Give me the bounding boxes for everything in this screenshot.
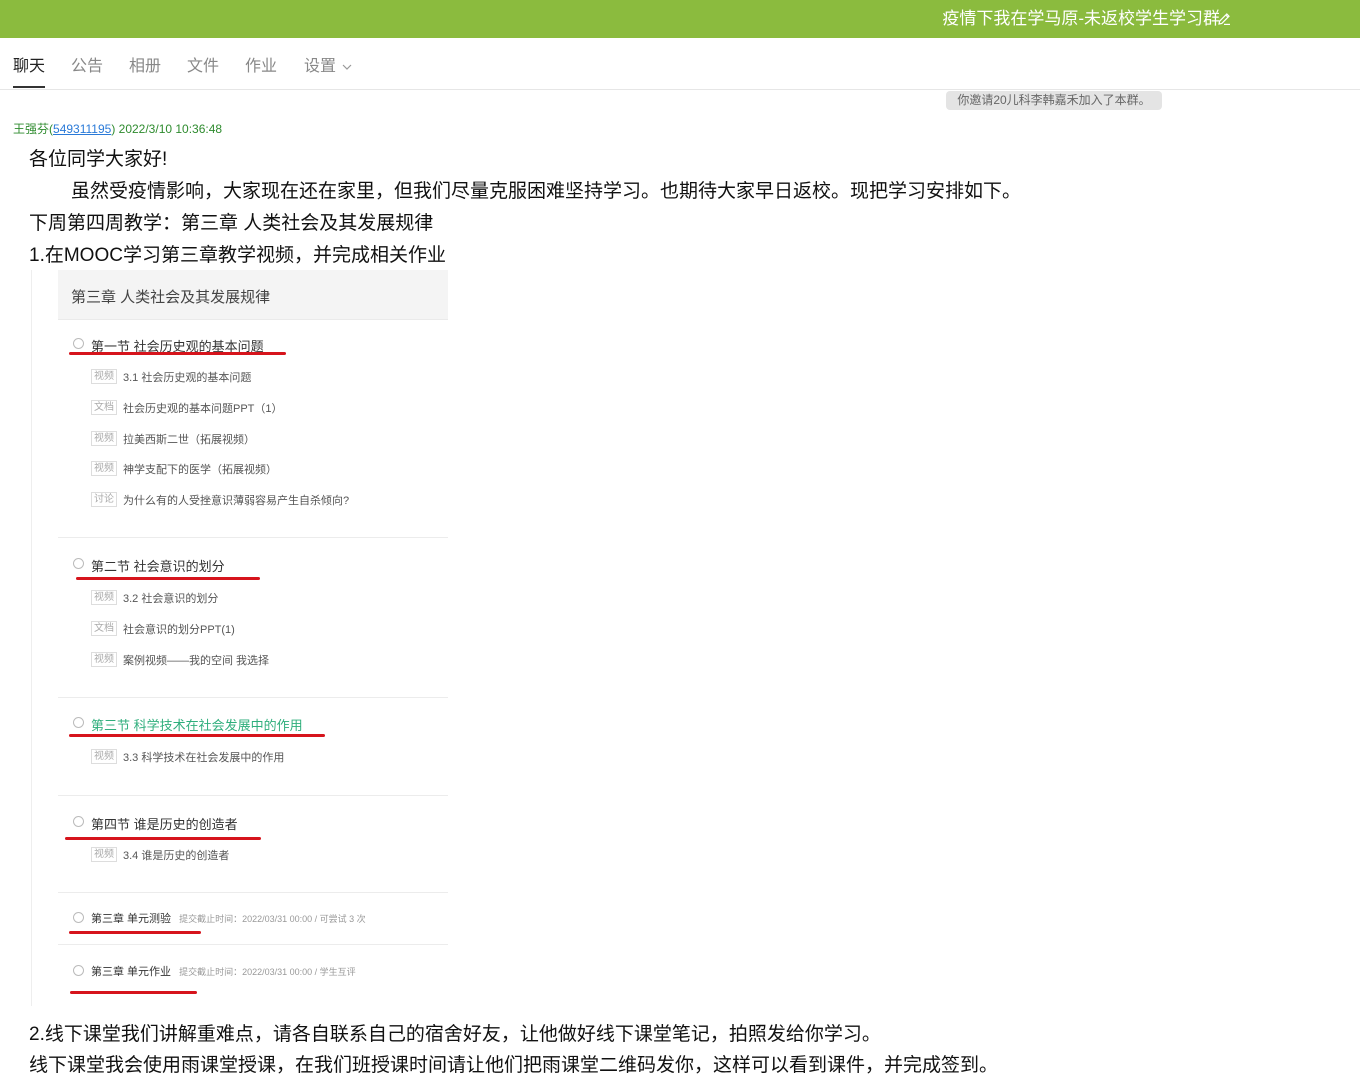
chapter-title: 第三章 人类社会及其发展规律 — [71, 289, 271, 306]
section-title: 第三章 单元测验 提交截止时间：2022/03/31 00:00 / 可尝试 3 … — [91, 913, 366, 925]
list-item: 视频 拉美西斯二世（拓展视频） — [91, 430, 255, 447]
radio-circle-icon — [73, 816, 84, 827]
message-line: 各位同学大家好! — [29, 149, 168, 170]
tab-homework[interactable]: 作业 — [245, 38, 277, 88]
radio-circle-icon — [73, 912, 84, 923]
tab-announcement[interactable]: 公告 — [71, 38, 103, 88]
radio-circle-icon — [73, 965, 84, 976]
red-underline-mark — [76, 577, 260, 580]
message-line: 2.线下课堂我们讲解重难点，请各自联系自己的宿舍好友，让他做好线下课堂笔记，拍照… — [29, 1024, 881, 1045]
embedded-chapter-header: 第三章 人类社会及其发展规律 — [58, 270, 448, 320]
red-underline-mark — [70, 991, 197, 994]
list-item: 文档 社会历史观的基本问题PPT（1） — [91, 399, 283, 416]
message-timestamp: 2022/3/10 10:36:48 — [118, 122, 223, 136]
sender-qq-link[interactable]: 549311195 — [53, 122, 111, 136]
embedded-image[interactable]: 第三章 人类社会及其发展规律 第一节 社会历史观的基本问题 视频 3.1 社会历史… — [31, 270, 448, 1006]
system-notice: 你邀请20儿科李韩嘉禾加入了本群。 — [946, 91, 1162, 110]
section-title: 第四节 谁是历史的创造者 — [91, 817, 238, 832]
red-underline-mark — [69, 734, 325, 737]
list-item: 视频 3.3 科学技术在社会发展中的作用 — [91, 748, 284, 765]
radio-circle-icon — [73, 558, 84, 569]
red-underline-mark — [69, 352, 286, 355]
message-line: 虽然受疫情影响，大家现在还在家里，但我们尽量克服困难坚持学习。也期待大家早日返校… — [71, 181, 1022, 202]
tab-files[interactable]: 文件 — [187, 38, 219, 88]
message-line: 下周第四周教学：第三章 人类社会及其发展规律 — [29, 213, 434, 234]
section-title-highlighted: 第三节 科学技术在社会发展中的作用 — [91, 718, 303, 733]
message-line: 1.在MOOC学习第三章教学视频，并完成相关作业 — [29, 245, 446, 266]
tab-bar: 聊天 公告 相册 文件 作业 设置 — [0, 38, 1360, 90]
list-item: 文档 社会意识的划分PPT(1) — [91, 620, 235, 637]
tab-album[interactable]: 相册 — [129, 38, 161, 88]
section-title: 第三章 单元作业 提交截止时间：2022/03/31 00:00 / 学生互评 — [91, 966, 356, 978]
red-underline-mark — [69, 931, 201, 934]
section-title: 第二节 社会意识的划分 — [91, 559, 225, 574]
tab-chat[interactable]: 聊天 — [13, 38, 46, 88]
red-underline-mark — [65, 837, 261, 840]
divider — [58, 795, 448, 796]
list-item: 视频 3.4 谁是历史的创造者 — [91, 846, 229, 863]
radio-circle-icon — [73, 338, 84, 349]
radio-circle-icon — [73, 717, 84, 728]
group-header-bar: 疫情下我在学马原-未返校学生学习群 — [0, 0, 1360, 38]
list-item: 视频 3.1 社会历史观的基本问题 — [91, 368, 251, 385]
message-sender: 王强芬(549311195) 2022/3/10 10:36:48 — [13, 122, 223, 136]
divider — [58, 944, 448, 945]
tab-settings[interactable]: 设置 — [304, 38, 336, 88]
divider — [58, 537, 448, 538]
list-item: 视频 案例视频——我的空间 我选择 — [91, 651, 269, 668]
list-item: 视频 3.2 社会意识的划分 — [91, 589, 218, 606]
group-name[interactable]: 疫情下我在学马原-未返校学生学习群 — [942, 0, 1220, 38]
sender-name[interactable]: 王强芬 — [13, 122, 49, 136]
chevron-down-icon[interactable] — [342, 63, 352, 71]
divider — [58, 697, 448, 698]
pencil-edit-icon[interactable] — [1216, 11, 1232, 27]
list-item: 视频 神学支配下的医学（拓展视频） — [91, 460, 277, 477]
message-line: 线下课堂我会使用雨课堂授课，在我们班授课时间请让他们把雨课堂二维码发你，这样可以… — [29, 1055, 999, 1076]
divider — [58, 892, 448, 893]
list-item: 讨论 为什么有的人受挫意识薄弱容易产生自杀倾向? — [91, 491, 349, 508]
